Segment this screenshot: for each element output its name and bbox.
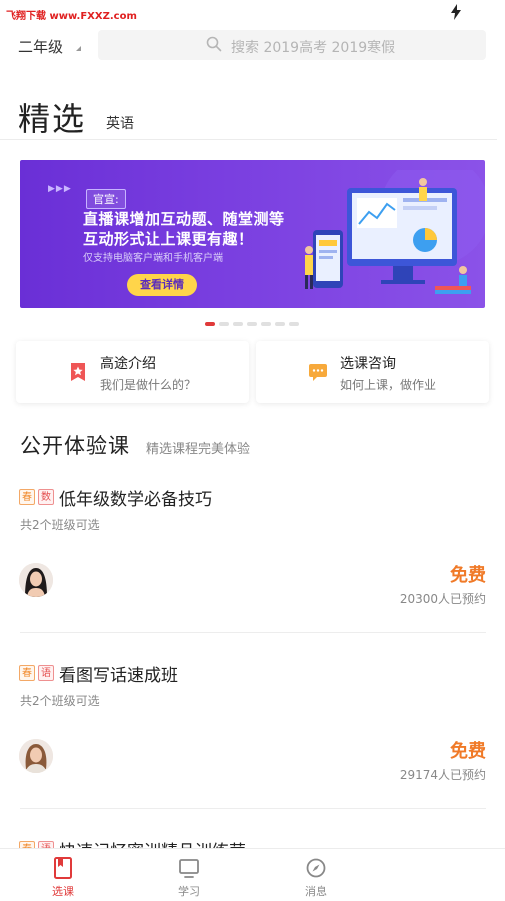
chat-bubble-icon (309, 364, 327, 381)
teacher-avatar (19, 563, 53, 597)
bookmark-star-icon (71, 363, 85, 381)
banner-note: 仅支持电脑客户端和手机客户端 (83, 253, 223, 264)
tab-study[interactable]: 学习 (139, 849, 239, 901)
monitor-icon (179, 859, 199, 878)
course-title: 快速记忆密训精品训练营 (59, 837, 246, 848)
bottom-nav: 选课 学习 消息 (0, 848, 505, 901)
status-bar: 飞翔下载 www.FXXZ.com (0, 0, 505, 26)
tab-messages[interactable]: 消息 (266, 849, 366, 901)
carousel-dot (289, 322, 299, 326)
section-subtitle: 精选课程完美体验 (146, 442, 251, 457)
consult-card[interactable]: 选课咨询 如何上课，做作业 (256, 341, 489, 403)
banner-illustration (305, 170, 485, 294)
course-divider (20, 808, 486, 809)
search-icon (206, 36, 222, 52)
consult-card-title: 选课咨询 (340, 356, 396, 372)
grade-caret-icon (76, 46, 81, 51)
promo-banner[interactable]: ▶▶▶ 官宣: 直播课增加互动题、随堂测等 互动形式让上课更有趣！ 仅支持电脑客… (20, 160, 485, 308)
banner-headline-2: 互动形式让上课更有趣！ (83, 230, 254, 248)
header-divider (0, 139, 497, 140)
tab-label: 学习 (178, 885, 200, 898)
carousel-dot (261, 322, 271, 326)
carousel-dot (233, 322, 243, 326)
search-bar[interactable]: 搜索 2019高考 2019寒假 (98, 30, 486, 60)
booked-count: 29174人已预约 (399, 768, 486, 782)
subject-tag: 语 (38, 841, 54, 848)
carousel-dot (275, 322, 285, 326)
tab-course-selection[interactable]: 选课 (13, 849, 113, 901)
course-price: 免费 (450, 565, 486, 586)
grade-selector[interactable]: 二年级 (18, 36, 63, 57)
booked-count: 20300人已预约 (399, 592, 486, 606)
course-item[interactable]: 春 数 低年级数学必备技巧 共2个班级可选 免费 20300人已预约 (0, 489, 505, 665)
course-classes: 共2个班级可选 (20, 694, 100, 708)
book-icon (54, 857, 72, 879)
consult-card-subtitle: 如何上课，做作业 (340, 378, 437, 392)
course-title: 低年级数学必备技巧 (59, 490, 212, 510)
watermark: 飞翔下载 www.FXXZ.com (6, 11, 137, 22)
subject-tab[interactable]: 英语 (106, 113, 134, 133)
season-tag: 春 (19, 841, 35, 848)
subject-tag: 数 (38, 489, 54, 505)
carousel-dot (205, 322, 215, 326)
banner-headline-1: 直播课增加互动题、随堂测等 (83, 210, 285, 228)
course-item[interactable]: 春 语 快速记忆密训精品训练营 (0, 836, 505, 848)
search-placeholder: 搜索 2019高考 2019寒假 (231, 40, 396, 56)
course-item[interactable]: 春 语 看图写话速成班 共2个班级可选 免费 29174人已预约 (0, 665, 505, 841)
course-price: 免费 (450, 741, 486, 762)
subject-tag: 语 (38, 665, 54, 681)
view-details-button[interactable]: 查看详情 (127, 274, 197, 296)
season-tag: 春 (19, 489, 35, 505)
compass-icon (306, 858, 326, 878)
course-title: 看图写话速成班 (59, 666, 178, 686)
tab-label: 选课 (52, 885, 74, 898)
season-tag: 春 (19, 665, 35, 681)
arrow-decoration-icon: ▶▶▶ (48, 184, 72, 194)
course-divider (20, 632, 486, 633)
tab-label: 消息 (305, 885, 327, 898)
carousel-dot (219, 322, 229, 326)
section-title: 公开体验课 (20, 434, 130, 458)
about-card[interactable]: 高途介绍 我们是做什么的？ (16, 341, 249, 403)
banner-tag: 官宣: (86, 189, 126, 209)
charging-icon (451, 4, 461, 20)
course-classes: 共2个班级可选 (20, 518, 100, 532)
carousel-indicator (205, 322, 305, 326)
about-card-title: 高途介绍 (100, 356, 156, 372)
page-title: 精选 (18, 100, 87, 138)
carousel-dot (247, 322, 257, 326)
about-card-subtitle: 我们是做什么的？ (100, 378, 197, 392)
teacher-avatar (19, 739, 53, 773)
